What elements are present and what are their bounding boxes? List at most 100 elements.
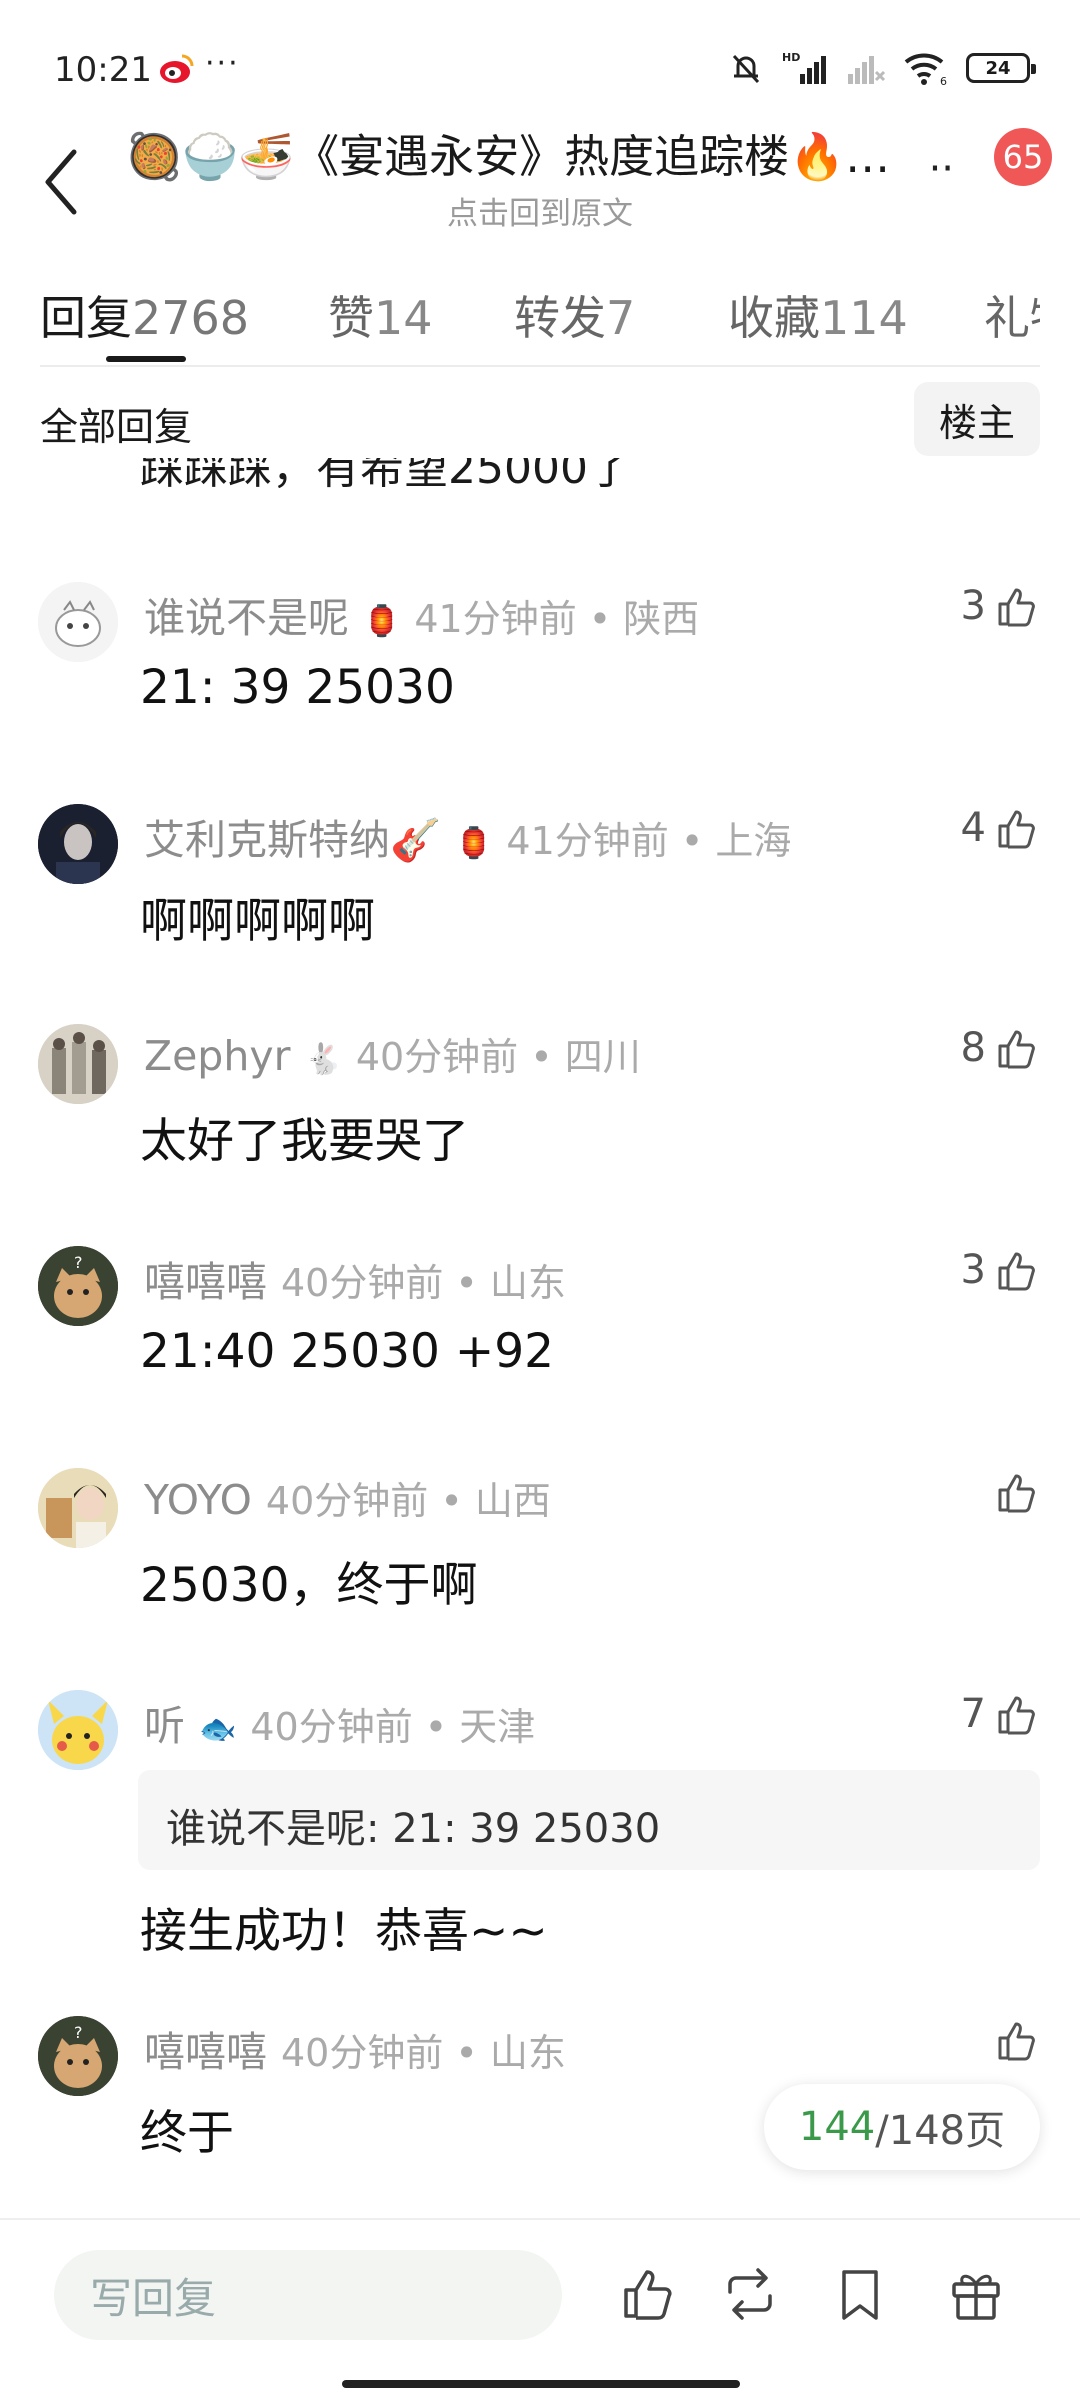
comment-meta: YOYO 40分钟前 • 山西 <box>144 1470 551 1525</box>
avatar[interactable] <box>38 1690 118 1770</box>
like-count: 3 <box>960 583 986 629</box>
avatar[interactable]: ? <box>38 1246 118 1326</box>
tab-likes[interactable]: 赞14 <box>328 282 433 348</box>
thumbs-up-icon <box>998 810 1035 849</box>
home-indicator <box>342 2380 740 2388</box>
avatar[interactable] <box>38 1468 118 1548</box>
bottom-action-bar: 写回复 <box>0 2218 1080 2400</box>
mute-bell-icon <box>732 54 760 84</box>
comment-text: 啊啊啊啊啊 <box>140 894 375 949</box>
comment-text: 接生成功！恭喜~~ <box>140 1904 548 1959</box>
username[interactable]: Zephyr <box>144 1032 290 1080</box>
thumbs-up-icon <box>998 1030 1035 1069</box>
comment-meta: Zephyr 🐇 40分钟前 • 四川 <box>144 1026 641 1081</box>
svg-text:HD: HD <box>782 51 800 64</box>
post-title[interactable]: 🥘🍚🍜《宴遇永安》热度追踪楼🔥… <box>126 120 946 185</box>
post-header: 🥘🍚🍜《宴遇永安》热度追踪楼🔥… 点击回到原文 ·· 65 <box>0 120 1080 240</box>
comment-item[interactable]: 艾利克斯特纳🎸 🏮 41分钟前 • 上海 4 啊啊啊啊啊 <box>0 800 1080 1000</box>
notification-badge[interactable]: 65 <box>994 128 1052 186</box>
lantern-badge-icon: 🏮 <box>363 603 401 639</box>
tab-favorites[interactable]: 收藏114 <box>728 282 908 348</box>
comment-meta: 嘻嘻嘻 40分钟前 • 山东 <box>144 2018 566 2078</box>
reply-list: 踩踩踩，有希望25000了 谁说不是呢 🏮 41分钟前 • 陕西 3 21: 39 … <box>0 420 1080 2210</box>
comment-time-location: 41分钟前 • 上海 <box>506 819 792 863</box>
comment-item[interactable]: ? 嘻嘻嘻 40分钟前 • 山东 3 21:40 25030 +92 <box>0 1242 1080 1442</box>
status-icons: HD 6 24 <box>728 48 1036 88</box>
like-count: 8 <box>960 1025 986 1071</box>
page-indicator[interactable]: 144/148页 <box>764 2084 1040 2170</box>
svg-text:?: ? <box>74 2023 83 2042</box>
like-count: 3 <box>960 1247 986 1293</box>
status-more-dots: ··· <box>205 46 240 81</box>
signal-hd-icon: HD <box>782 51 826 84</box>
wifi-icon: 6 <box>904 53 947 86</box>
like-count: 4 <box>960 805 986 851</box>
lantern-badge-icon: 🏮 <box>455 825 493 861</box>
op-only-button[interactable]: 楼主 <box>914 382 1040 456</box>
avatar[interactable] <box>38 804 118 884</box>
comment-text: 25030，终于啊 <box>140 1558 478 1613</box>
comment-text: 21:40 25030 +92 <box>140 1324 555 1379</box>
like-button[interactable]: 3 <box>961 1242 1038 1298</box>
signal-weak-icon <box>848 56 886 84</box>
avatar[interactable] <box>38 582 118 662</box>
reply-input[interactable]: 写回复 <box>54 2250 562 2340</box>
quoted-reply[interactable]: 谁说不是呢: 21: 39 25030 <box>138 1770 1040 1870</box>
thumbs-up-icon <box>998 1696 1035 1735</box>
rabbit-badge-icon: 🐇 <box>304 1041 342 1077</box>
username[interactable]: 嘻嘻嘻 <box>144 1258 267 1306</box>
thumbs-up-icon <box>998 1252 1035 1291</box>
back-to-original-link[interactable]: 点击回到原文 <box>0 188 1080 233</box>
status-bar: 10:21 ··· HD 6 24 <box>0 0 1080 140</box>
avatar[interactable] <box>38 1024 118 1104</box>
fish-badge-icon: 🐟 <box>199 1711 237 1747</box>
comment-item[interactable]: YOYO 40分钟前 • 山西 25030，终于啊 <box>0 1464 1080 1664</box>
like-button[interactable] <box>994 2012 1038 2068</box>
gift-icon[interactable] <box>946 2264 1006 2324</box>
weibo-icon <box>160 54 194 83</box>
like-button[interactable]: 3 <box>961 578 1038 634</box>
tabs-divider <box>40 365 1040 367</box>
username[interactable]: 谁说不是呢 <box>144 594 349 642</box>
username[interactable]: YOYO <box>144 1476 252 1524</box>
like-button[interactable] <box>994 1464 1038 1520</box>
comment-item[interactable]: Zephyr 🐇 40分钟前 • 四川 8 太好了我要哭了 <box>0 1020 1080 1220</box>
bookmark-icon[interactable] <box>830 2264 890 2324</box>
username[interactable]: 嘻嘻嘻 <box>144 2028 267 2076</box>
comment-time-location: 40分钟前 • 山西 <box>265 1479 551 1523</box>
svg-text:?: ? <box>74 1253 83 1272</box>
tab-bar: 回复2768 赞14 转发7 收藏114 礼物 <box>40 268 1040 368</box>
avatar[interactable]: ? <box>38 2016 118 2096</box>
tab-replies[interactable]: 回复2768 <box>40 282 249 348</box>
like-post-icon[interactable] <box>618 2264 678 2324</box>
comment-item[interactable]: 听 🐟 40分钟前 • 天津 7 谁说不是呢: 21: 39 25030 接生成功！… <box>0 1686 1080 1986</box>
comment-item[interactable]: 谁说不是呢 🏮 41分钟前 • 陕西 3 21: 39 25030 <box>0 578 1080 778</box>
comment-time-location: 40分钟前 • 四川 <box>355 1035 641 1079</box>
total-pages: /148页 <box>875 2108 1006 2154</box>
tab-reposts[interactable]: 转发7 <box>514 282 635 348</box>
comment-meta: 谁说不是呢 🏮 41分钟前 • 陕西 <box>144 584 699 644</box>
more-options-button[interactable]: ·· <box>929 146 954 192</box>
comment-text: 21: 39 25030 <box>140 660 455 715</box>
like-button[interactable]: 7 <box>961 1686 1038 1742</box>
like-button[interactable]: 4 <box>961 800 1038 856</box>
comment-time-location: 41分钟前 • 陕西 <box>414 597 700 641</box>
comment-text: 终于 <box>140 2106 234 2161</box>
comment-time-location: 40分钟前 • 天津 <box>250 1705 536 1749</box>
comment-meta: 听 🐟 40分钟前 • 天津 <box>144 1692 535 1752</box>
tab-gifts[interactable]: 礼物 <box>984 282 1040 348</box>
comment-meta: 艾利克斯特纳🎸 🏮 41分钟前 • 上海 <box>144 806 791 866</box>
reply-filter-row: 全部回复 楼主 <box>0 368 1080 458</box>
current-page: 144 <box>798 2104 876 2150</box>
repost-icon[interactable] <box>720 2264 780 2324</box>
username[interactable]: 听 <box>144 1702 185 1750</box>
comment-text: 太好了我要哭了 <box>140 1114 469 1169</box>
comment-time-location: 40分钟前 • 山东 <box>281 1261 566 1305</box>
all-replies-label[interactable]: 全部回复 <box>40 396 192 451</box>
thumbs-up-icon <box>998 588 1035 627</box>
like-button[interactable]: 8 <box>961 1020 1038 1076</box>
username[interactable]: 艾利克斯特纳🎸 <box>144 816 441 864</box>
comment-time-location: 40分钟前 • 山东 <box>281 2031 566 2075</box>
like-count: 7 <box>960 1691 986 1737</box>
thumbs-up-icon <box>998 1474 1035 1513</box>
